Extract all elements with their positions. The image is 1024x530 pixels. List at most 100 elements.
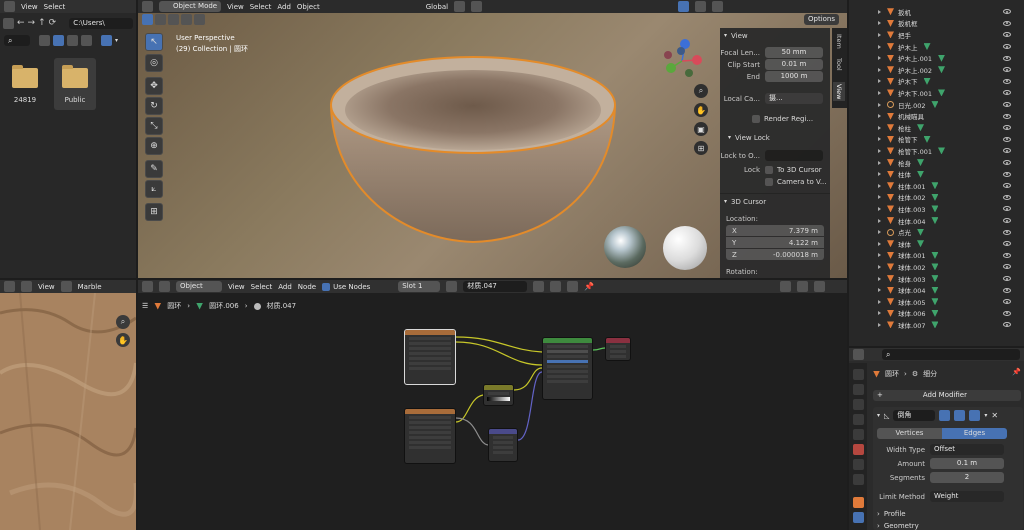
lock-object-field[interactable] [765, 150, 823, 161]
modifier-name-field[interactable]: 倒角 [893, 410, 936, 421]
visibility-eye-icon[interactable] [1003, 241, 1011, 247]
outliner-row[interactable]: 枪柱 [849, 122, 1020, 134]
image-browse-icon[interactable] [60, 281, 72, 292]
visibility-eye-icon[interactable] [1003, 9, 1011, 15]
search-input[interactable]: ⌕ [4, 35, 30, 46]
segments-field[interactable]: 2 [930, 472, 1004, 483]
forward-icon[interactable]: → [28, 18, 36, 28]
expand-arrow-icon[interactable] [878, 288, 881, 293]
visibility-eye-icon[interactable] [1003, 67, 1011, 73]
clip-start-field[interactable]: 0.01 m [765, 59, 823, 70]
expand-arrow-icon[interactable] [878, 114, 881, 119]
outliner-row[interactable]: 扳机 [849, 6, 1020, 18]
view-title-row[interactable]: ▾ View [720, 30, 830, 41]
visibility-eye-icon[interactable] [1003, 299, 1011, 305]
tab-tool[interactable]: Tool [835, 58, 843, 71]
list-view-icon[interactable] [39, 35, 50, 46]
edges-button[interactable]: Edges [942, 428, 1007, 439]
visibility-eye-icon[interactable] [1003, 218, 1011, 224]
expand-arrow-icon[interactable] [878, 21, 881, 26]
expand-arrow-icon[interactable] [878, 311, 881, 316]
pan-hand-icon[interactable]: ✋ [694, 103, 708, 117]
pan-hand-icon[interactable]: ✋ [116, 333, 130, 347]
visibility-eye-icon[interactable] [1003, 287, 1011, 293]
expand-arrow-icon[interactable] [878, 67, 881, 72]
visibility-eye-icon[interactable] [1003, 44, 1011, 50]
outliner-row[interactable]: 机械瞄具 [849, 110, 1020, 122]
chevron-down-icon[interactable]: ▾ [984, 412, 987, 419]
outliner-row[interactable]: 球体.006 [849, 308, 1020, 320]
outliner-row[interactable]: 柱体.003 [849, 203, 1020, 215]
output-tab-icon[interactable] [852, 399, 864, 410]
vp-menu-add[interactable]: Add [277, 3, 291, 11]
expand-arrow-icon[interactable] [878, 253, 881, 258]
tab-view[interactable]: View [833, 82, 845, 102]
expand-arrow-icon[interactable] [878, 206, 881, 211]
zoom-icon[interactable]: ⌕ [116, 315, 130, 329]
measure-tool[interactable]: ⟀ [145, 180, 163, 198]
modifier-tab-icon[interactable] [852, 512, 864, 523]
render-region-checkbox[interactable] [752, 114, 760, 123]
fb-menu-select[interactable]: Select [44, 3, 66, 11]
render-tab-icon[interactable] [852, 384, 864, 395]
outliner-row[interactable]: 点光 [849, 226, 1020, 238]
image-texture-node-2[interactable] [404, 408, 456, 464]
visibility-eye-icon[interactable] [1003, 32, 1011, 38]
expand-arrow-icon[interactable] [878, 322, 881, 327]
zoom-icon[interactable]: ⌕ [694, 84, 708, 98]
outliner-row[interactable]: 柱体 [849, 168, 1020, 180]
tab-item[interactable]: Item [835, 34, 843, 49]
expand-arrow-icon[interactable] [878, 241, 881, 246]
snap-icon[interactable] [454, 1, 466, 12]
back-icon[interactable]: ← [17, 18, 25, 28]
folder-item[interactable]: Public [54, 58, 96, 110]
normal-map-node[interactable] [488, 428, 518, 462]
move-tool[interactable]: ✥ [145, 77, 163, 95]
outliner-row[interactable]: 球体 [849, 238, 1020, 250]
expand-arrow-icon[interactable] [878, 125, 881, 130]
expand-arrow-icon[interactable] [878, 264, 881, 269]
edit-mode-toggle-icon[interactable] [939, 410, 951, 421]
expand-arrow-icon[interactable] [878, 102, 881, 107]
visibility-eye-icon[interactable] [1003, 322, 1011, 328]
outliner-row[interactable]: 球体.007 [849, 319, 1020, 331]
editor-type-icon[interactable] [853, 349, 864, 360]
outliner-row[interactable]: 护木上.001 [849, 52, 1020, 64]
outliner-row[interactable]: 球体.002 [849, 261, 1020, 273]
visibility-eye-icon[interactable] [1003, 136, 1011, 142]
visibility-eye-icon[interactable] [1003, 206, 1011, 212]
expand-arrow-icon[interactable] [878, 183, 881, 188]
outliner-row[interactable]: 枪管下.001 [849, 145, 1020, 157]
expand-arrow-icon[interactable] [878, 148, 881, 153]
viewport-toggle-icon[interactable] [954, 410, 966, 421]
grid-view-icon[interactable] [67, 35, 78, 46]
view-lock-title-row[interactable]: ▾ View Lock [720, 132, 830, 143]
cursor-z-field[interactable]: Z -0.000018 m [726, 249, 824, 260]
editor-type-icon[interactable] [4, 1, 15, 12]
orientation-select[interactable]: Global [426, 3, 448, 11]
camera-view-icon[interactable]: ▣ [694, 122, 708, 136]
sort-icon[interactable] [81, 35, 92, 46]
collection-tab-icon[interactable] [852, 459, 864, 470]
expand-arrow-icon[interactable] [878, 137, 881, 142]
image-texture-node[interactable] [404, 329, 456, 385]
display-mode-icon[interactable] [3, 17, 14, 29]
camera-to-view-checkbox[interactable] [765, 177, 773, 186]
visibility-eye-icon[interactable] [1003, 310, 1011, 316]
outliner-row[interactable]: 日光.002 [849, 99, 1020, 111]
add-cube-tool[interactable]: ⊞ [145, 203, 163, 221]
expand-arrow-icon[interactable] [878, 230, 881, 235]
texture-tab-icon[interactable] [852, 474, 864, 485]
path-field[interactable]: C:\Users\ [69, 17, 133, 29]
visibility-eye-icon[interactable] [1003, 229, 1011, 235]
visibility-eye-icon[interactable] [1003, 276, 1011, 282]
editor-type-icon[interactable] [142, 1, 153, 12]
options-button[interactable]: Options [804, 14, 840, 25]
expand-arrow-icon[interactable] [878, 195, 881, 200]
outliner-row[interactable]: 枪管下 [849, 134, 1020, 146]
render-toggle-icon[interactable] [969, 410, 981, 421]
outliner-row[interactable]: 柱体.002 [849, 192, 1020, 204]
outliner-row[interactable]: 球体.003 [849, 273, 1020, 285]
profile-subpanel[interactable]: › Profile [873, 508, 1023, 519]
visibility-eye-icon[interactable] [1003, 183, 1011, 189]
